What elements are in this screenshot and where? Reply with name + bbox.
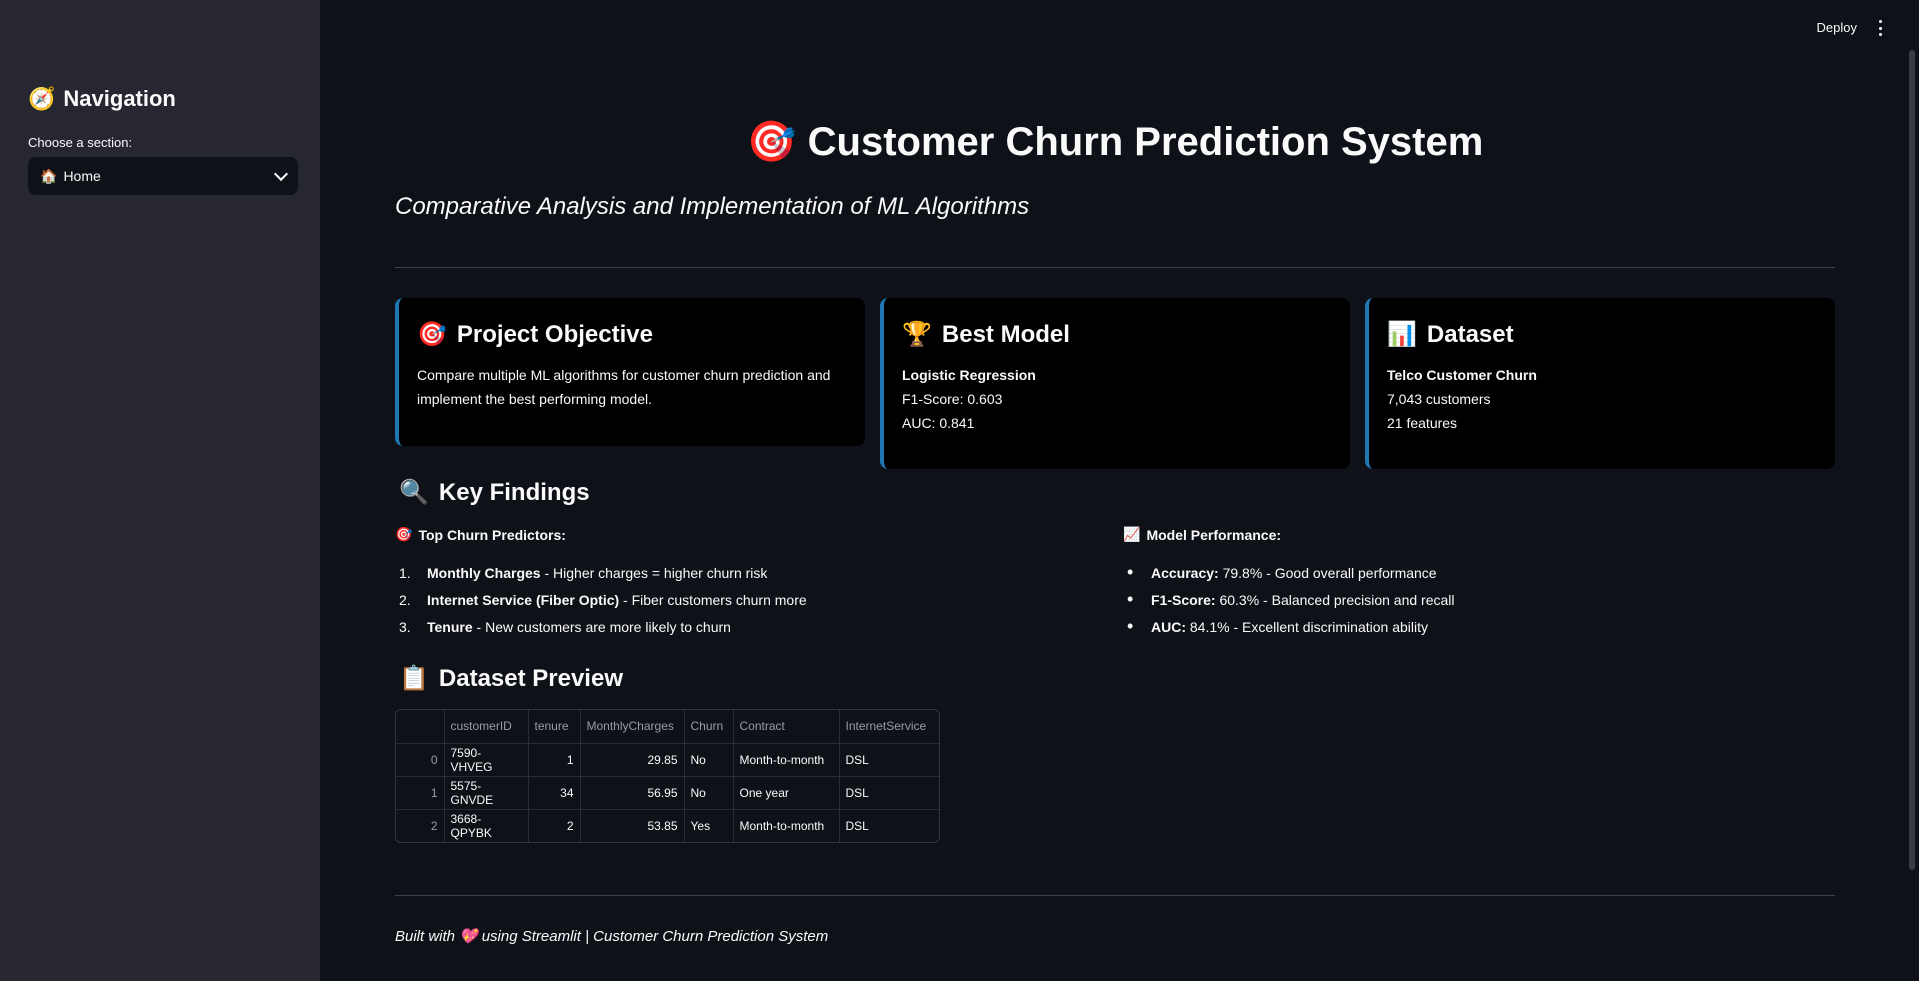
table-row[interactable]: 2 3668-QPYBK 2 53.85 Yes Month-to-month … — [396, 809, 939, 842]
section-select-label: Choose a section: — [28, 135, 133, 150]
bar-chart-icon: 📊 — [1387, 321, 1417, 348]
list-item: • AUC: 84.1% - Excellent discrimination a… — [1127, 616, 1428, 636]
page-title: 🎯 Customer Churn Prediction System — [395, 118, 1835, 165]
table-cell[interactable]: 7590-VHVEG — [444, 743, 529, 777]
compass-icon: 🧭 — [28, 86, 56, 111]
dataset-customers: 7,043 customers — [1387, 391, 1491, 407]
main-menu-icon[interactable] — [1877, 20, 1883, 36]
table-cell[interactable]: Month-to-month — [733, 743, 840, 777]
model-f1: F1-Score: 0.603 — [902, 391, 1003, 407]
key-findings-title: Key Findings — [438, 478, 590, 506]
column-header[interactable]: tenure — [528, 710, 581, 744]
table-cell[interactable]: 53.85 — [580, 809, 685, 842]
card-title: Best Model — [941, 320, 1070, 348]
column-header[interactable]: Contract — [733, 710, 840, 744]
table-cell[interactable]: 3668-QPYBK — [444, 809, 529, 842]
deploy-button[interactable]: Deploy — [1817, 20, 1857, 35]
table-cell[interactable]: No — [684, 743, 734, 777]
table-cell[interactable]: 34 — [528, 776, 581, 810]
table-cell[interactable]: 56.95 — [580, 776, 685, 810]
divider — [395, 267, 1835, 268]
table-row[interactable]: 0 7590-VHVEG 1 29.85 No Month-to-month D… — [396, 743, 939, 777]
chart-increasing-icon: 📈 — [1123, 526, 1141, 542]
table-cell[interactable]: No — [684, 776, 734, 810]
scrollbar[interactable] — [1909, 50, 1915, 870]
performance-heading: 📈 Model Performance: — [1123, 526, 1281, 543]
sidebar: 🧭 Navigation Choose a section: 🏠 Home — [0, 0, 320, 981]
target-icon: 🎯 — [417, 321, 447, 348]
dataset-preview-table[interactable]: customerID tenure MonthlyCharges Churn C… — [395, 709, 940, 843]
footer-suffix: using Streamlit | Customer Churn Predict… — [481, 927, 829, 945]
table-cell[interactable]: Yes — [684, 809, 734, 842]
trophy-icon: 🏆 — [902, 321, 932, 348]
dataset-name: Telco Customer Churn — [1387, 367, 1537, 383]
target-icon: 🎯 — [395, 526, 413, 542]
table-row[interactable]: 1 5575-GNVDE 34 56.95 No One year DSL — [396, 776, 939, 810]
target-icon: 🎯 — [746, 120, 797, 164]
dataset-preview-heading: 📋 Dataset Preview — [399, 664, 623, 693]
sidebar-title: 🧭 Navigation — [28, 86, 176, 112]
footer: Built with 💖 using Streamlit | Customer … — [395, 927, 829, 946]
performance-title: Model Performance: — [1146, 526, 1282, 543]
table-header-row: customerID tenure MonthlyCharges Churn C… — [396, 710, 939, 744]
sidebar-title-text: Navigation — [63, 86, 176, 111]
section-select[interactable]: 🏠 Home — [28, 157, 298, 195]
dataset-preview-title: Dataset Preview — [438, 664, 623, 692]
column-header[interactable]: InternetService — [839, 710, 939, 744]
predictors-heading: 🎯 Top Churn Predictors: — [395, 526, 566, 543]
magnifier-icon: 🔍 — [399, 479, 429, 506]
table-cell[interactable]: DSL — [839, 743, 939, 777]
dataset-card: 📊 Dataset Telco Customer Churn 7,043 cust… — [1365, 298, 1835, 469]
performance-list: • Accuracy: 79.8% - Good overall performa… — [1123, 560, 1455, 641]
table-cell[interactable]: 2 — [528, 809, 581, 842]
table-cell[interactable]: One year — [733, 776, 840, 810]
table-cell[interactable]: 5575-GNVDE — [444, 776, 529, 810]
table-cell[interactable]: 2 — [396, 809, 445, 842]
clipboard-icon: 📋 — [399, 665, 429, 692]
footer-prefix: Built with — [395, 927, 456, 945]
column-header[interactable] — [396, 710, 445, 744]
list-item: 2. Internet Service (Fiber Optic) - Fiber… — [399, 592, 807, 608]
card-title: Project Objective — [456, 320, 653, 348]
key-findings-heading: 🔍 Key Findings — [399, 478, 590, 507]
card-title: Dataset — [1426, 320, 1514, 348]
divider — [395, 895, 1835, 896]
table-cell[interactable]: 29.85 — [580, 743, 685, 777]
model-name: Logistic Regression — [902, 367, 1036, 383]
chevron-down-icon[interactable] — [273, 166, 289, 181]
best-model-card: 🏆 Best Model Logistic Regression F1-Score… — [880, 298, 1350, 469]
page-subtitle: Comparative Analysis and Implementation … — [395, 193, 1030, 220]
table-cell[interactable]: 1 — [528, 743, 581, 777]
column-header[interactable]: MonthlyCharges — [580, 710, 685, 744]
section-select-value: Home — [63, 168, 101, 184]
card-text: Compare multiple ML algorithms for custo… — [417, 367, 831, 407]
page-title-text: Customer Churn Prediction System — [807, 120, 1484, 164]
predictors-list: 1. Monthly Charges - Higher charges = hig… — [399, 560, 807, 641]
list-item: 1. Monthly Charges - Higher charges = hig… — [399, 565, 768, 581]
column-header[interactable]: customerID — [444, 710, 529, 744]
table-cell[interactable]: DSL — [839, 809, 939, 842]
table-cell[interactable]: 0 — [396, 743, 445, 777]
table-cell[interactable]: Month-to-month — [733, 809, 840, 842]
objective-card: 🎯 Project Objective Compare multiple ML a… — [395, 298, 865, 446]
list-item: • Accuracy: 79.8% - Good overall performa… — [1127, 562, 1437, 582]
dataset-features: 21 features — [1387, 415, 1458, 431]
top-bar: Deploy — [320, 0, 1919, 56]
list-item: • F1-Score: 60.3% - Balanced precision an… — [1127, 589, 1455, 609]
model-auc: AUC: 0.841 — [902, 415, 975, 431]
heart-icon: 💖 — [459, 928, 478, 945]
list-item: 3. Tenure - New customers are more likely… — [399, 619, 731, 635]
column-header[interactable]: Churn — [684, 710, 734, 744]
predictors-title: Top Churn Predictors: — [418, 526, 566, 543]
home-icon: 🏠 — [40, 167, 58, 184]
table-cell[interactable]: 1 — [396, 776, 445, 810]
table-cell[interactable]: DSL — [839, 776, 939, 810]
